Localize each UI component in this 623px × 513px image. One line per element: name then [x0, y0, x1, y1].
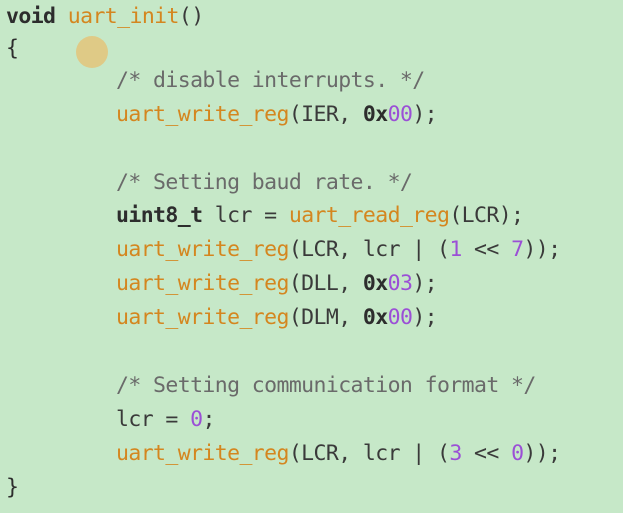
number-literal: 1	[449, 237, 462, 262]
function-call: uart_write_reg	[116, 271, 289, 296]
assignment: lcr =	[116, 407, 191, 432]
number-literal: 03	[387, 271, 413, 296]
shift-operator: <<	[461, 441, 512, 466]
code-line-10[interactable]: uart_write_reg(DLM, 0x00);	[116, 301, 438, 335]
function-call: uart_write_reg	[116, 237, 289, 262]
args: (LCR);	[449, 203, 524, 228]
code-line-14[interactable]: uart_write_reg(LCR, lcr | (3 << 0));	[116, 437, 561, 471]
keyword-void: void	[6, 4, 56, 29]
code-line-9[interactable]: uart_write_reg(DLL, 0x03);	[116, 267, 438, 301]
hex-prefix: 0x	[362, 102, 388, 127]
code-line-13[interactable]: lcr = 0;	[116, 403, 215, 437]
args: (LCR, lcr | (	[288, 441, 450, 466]
function-name-uart-init: uart_init	[67, 4, 180, 29]
number-literal: 3	[449, 441, 462, 466]
function-call: uart_write_reg	[116, 305, 289, 330]
code-line-4[interactable]: uart_write_reg(IER, 0x00);	[116, 98, 438, 132]
hex-prefix: 0x	[362, 305, 388, 330]
function-call: uart_write_reg	[116, 441, 289, 466]
args-close: );	[412, 305, 438, 330]
comment: /* disable interrupts. */	[116, 68, 425, 93]
args-close: ));	[523, 441, 561, 466]
comment: /* Setting baud rate. */	[116, 170, 413, 195]
code-line-1[interactable]: void uart_init()	[6, 0, 204, 34]
cursor-highlight-icon	[76, 36, 108, 68]
args: (DLL,	[288, 271, 363, 296]
function-call: uart_read_reg	[288, 203, 450, 228]
number-literal: 00	[387, 102, 413, 127]
semicolon: ;	[202, 407, 215, 432]
args-close: );	[412, 271, 438, 296]
code-line-12[interactable]: /* Setting communication format */	[116, 369, 536, 403]
number-literal: 0	[190, 407, 203, 432]
open-brace: {	[6, 36, 19, 61]
close-brace: }	[6, 475, 19, 500]
code-line-6[interactable]: /* Setting baud rate. */	[116, 166, 413, 200]
code-line-15[interactable]: }	[6, 471, 19, 505]
code-line-8[interactable]: uart_write_reg(LCR, lcr | (1 << 7));	[116, 233, 561, 267]
code-line-3[interactable]: /* disable interrupts. */	[116, 64, 425, 98]
function-call: uart_write_reg	[116, 102, 289, 127]
code-line-7[interactable]: uint8_t lcr = uart_read_reg(LCR);	[116, 199, 524, 233]
number-literal: 0	[511, 441, 524, 466]
args: (LCR, lcr | (	[288, 237, 450, 262]
keyword-type: uint8_t	[116, 203, 203, 228]
assignment: lcr =	[202, 203, 289, 228]
hex-prefix: 0x	[362, 271, 388, 296]
number-literal: 7	[511, 237, 524, 262]
args-close: ));	[523, 237, 561, 262]
params: ()	[178, 4, 204, 29]
code-editor[interactable]: void uart_init() { /* disable interrupts…	[0, 0, 623, 513]
number-literal: 00	[387, 305, 413, 330]
comment: /* Setting communication format */	[116, 373, 536, 398]
args: (IER,	[288, 102, 363, 127]
args-close: );	[412, 102, 438, 127]
code-line-2[interactable]: {	[6, 32, 19, 66]
args: (DLM,	[288, 305, 363, 330]
shift-operator: <<	[461, 237, 512, 262]
